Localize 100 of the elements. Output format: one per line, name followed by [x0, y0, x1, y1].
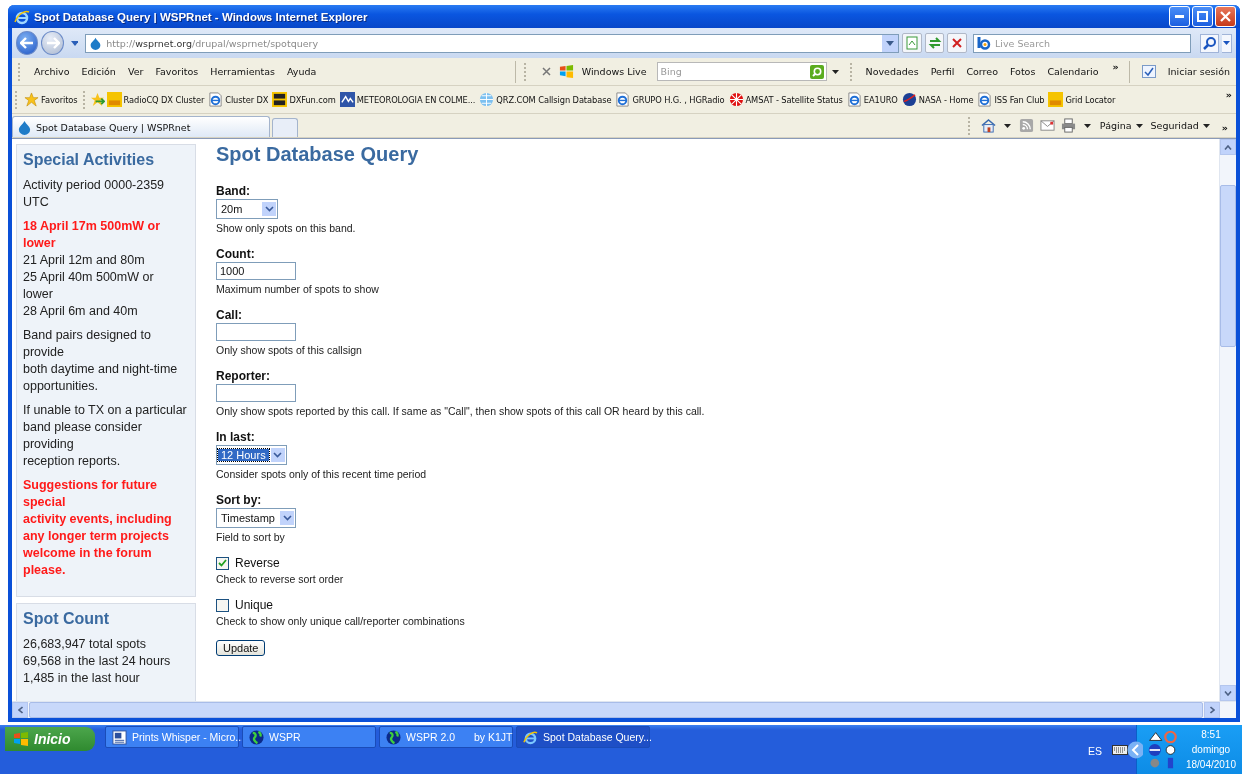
vertical-scrollbar[interactable]	[1219, 139, 1236, 701]
favorite-link[interactable]: EA1URO	[844, 92, 900, 107]
menu-item[interactable]: Edición	[75, 66, 122, 77]
toolbar-link[interactable]: Perfil	[924, 66, 961, 77]
sign-in-link[interactable]: Iniciar sesión	[1161, 66, 1236, 77]
checkbox[interactable]	[216, 556, 229, 570]
toolbar-link[interactable]: Correo	[960, 66, 1004, 77]
globe-icon	[479, 92, 495, 107]
dropdown[interactable]: 20m	[216, 199, 278, 219]
keyboard-icon[interactable]	[1112, 745, 1128, 755]
drop-icon	[17, 119, 32, 135]
field-label: Sort by:	[216, 493, 263, 507]
taskbar-button[interactable]: WSPR	[242, 726, 376, 748]
favorite-link[interactable]: ISS Fan Club	[975, 92, 1047, 107]
block-text: 69,568 in the last 24 hours	[23, 653, 172, 670]
favorite-link[interactable]: AMSAT - Satellite Status	[726, 92, 845, 107]
checkbox-label: Reverse	[235, 556, 280, 570]
input-field[interactable]	[216, 323, 296, 341]
caret-icon	[1222, 41, 1230, 45]
input-field[interactable]: 1000	[216, 262, 296, 280]
toolbar-link[interactable]: Fotos	[1003, 66, 1042, 77]
search-button[interactable]	[1200, 33, 1219, 53]
menu-item[interactable]: Ayuda	[281, 66, 323, 77]
favorite-link[interactable]: DXFun.com	[270, 92, 338, 107]
menu-item[interactable]: Favoritos	[149, 66, 205, 77]
caret-icon	[1083, 123, 1091, 128]
block-text: both daytime and night-time opportunities.	[23, 361, 179, 395]
address-field[interactable]: http://wsprnet.org/drupal/wsprnet/spotquery	[85, 33, 900, 53]
dropdown[interactable]: Timestamp	[216, 508, 296, 528]
back-button[interactable]	[16, 31, 39, 55]
agency-logo-icon	[901, 92, 917, 107]
search-icon	[1202, 36, 1216, 50]
menu-item[interactable]: Archivo	[28, 66, 76, 77]
browser-page-icon	[208, 92, 224, 107]
menu-item[interactable]: Herramientas	[204, 66, 281, 77]
menu-item[interactable]: Ver	[121, 66, 150, 77]
toolbar-link[interactable]: Calendario	[1041, 66, 1105, 77]
close-button[interactable]	[1215, 6, 1236, 27]
favorite-link[interactable]: NASA - Home	[899, 92, 976, 107]
browser-tab[interactable]: Spot Database Query | WSPRnet	[12, 116, 270, 137]
dx-logo-icon	[272, 92, 288, 107]
search-field[interactable]: Live Search	[973, 33, 1192, 53]
window-title: Spot Database Query | WSPRnet - Windows Internet Explorer	[34, 10, 368, 23]
menu-button[interactable]: Página	[1095, 120, 1147, 131]
home-icon[interactable]	[980, 118, 996, 133]
toolbar-label: Windows Live	[580, 66, 648, 77]
close-icon	[1220, 11, 1231, 22]
forward-arrow-icon	[45, 37, 60, 49]
dropdown[interactable]: 12 Hours	[216, 445, 287, 465]
search-input[interactable]: Bing	[660, 66, 781, 77]
close-icon[interactable]	[541, 67, 551, 76]
printer-icon[interactable]	[1060, 118, 1076, 133]
taskbar-button[interactable]: WSPR 2.0 by K1JT	[379, 726, 513, 748]
document-icon	[112, 729, 127, 745]
favorite-link[interactable]: QRZ.COM Callsign Database	[477, 92, 614, 107]
taskbar-button[interactable]: Spot Database Query...	[516, 726, 650, 748]
caret-icon	[1135, 123, 1143, 128]
favorite-link[interactable]: RadioCQ DX Cluster	[104, 92, 207, 107]
expand-tray-icon[interactable]	[1127, 740, 1143, 759]
favorites-button[interactable]: Favoritos	[22, 92, 80, 107]
more-button[interactable]: »	[1221, 89, 1236, 100]
minimize-icon	[1175, 15, 1184, 18]
checkbox[interactable]	[216, 598, 229, 612]
taskbar-button[interactable]: Prints Whisper - Micro...	[105, 726, 239, 748]
forward-button[interactable]	[41, 31, 64, 55]
refresh-button[interactable]	[924, 33, 945, 53]
start-button[interactable]: Inicio	[5, 727, 95, 751]
mail-icon[interactable]	[1039, 118, 1055, 133]
favorite-link[interactable]: Grid Locator	[1046, 92, 1118, 107]
add-favorite-icon[interactable]	[89, 92, 105, 107]
browser-page-icon	[615, 92, 631, 107]
search-options-button[interactable]	[1221, 33, 1232, 53]
favorite-link[interactable]: METEOROLOGIA EN COLME...	[337, 92, 478, 107]
caret-icon	[1202, 123, 1210, 128]
help-text: Show only spots on this band.	[216, 222, 357, 234]
block-text: 26,683,947 total spots	[23, 636, 147, 653]
search-button[interactable]	[809, 64, 824, 79]
toolbar-link[interactable]: Novedades	[859, 66, 925, 77]
clock-time: 8:51	[1201, 728, 1221, 742]
update-button[interactable]: Update	[216, 640, 266, 656]
language-indicator[interactable]: ES	[1088, 745, 1102, 757]
search-input[interactable]: Live Search	[995, 37, 1146, 49]
field-label: In last:	[216, 430, 256, 444]
browser-logo-icon	[14, 8, 30, 25]
favorite-link[interactable]: Cluster DX	[206, 92, 271, 107]
menu-button[interactable]: Seguridad	[1146, 120, 1214, 131]
block-text: lower	[23, 286, 54, 303]
maximize-button[interactable]	[1192, 6, 1213, 27]
address-dropdown-button[interactable]	[882, 34, 899, 52]
input-field[interactable]	[216, 384, 296, 402]
more-button[interactable]: »	[1104, 61, 1127, 72]
scroll-thumb[interactable]	[1220, 185, 1236, 347]
caret-icon	[264, 206, 274, 212]
favorite-link[interactable]: GRUPO H.G. , HGRadio	[613, 92, 727, 107]
browser-page-icon	[846, 92, 862, 107]
stop-button[interactable]	[947, 33, 968, 53]
minimize-button[interactable]	[1169, 6, 1190, 27]
search-field[interactable]: Bing	[656, 62, 827, 81]
more-button[interactable]: »	[1213, 121, 1236, 133]
feed-icon[interactable]	[1018, 118, 1034, 133]
